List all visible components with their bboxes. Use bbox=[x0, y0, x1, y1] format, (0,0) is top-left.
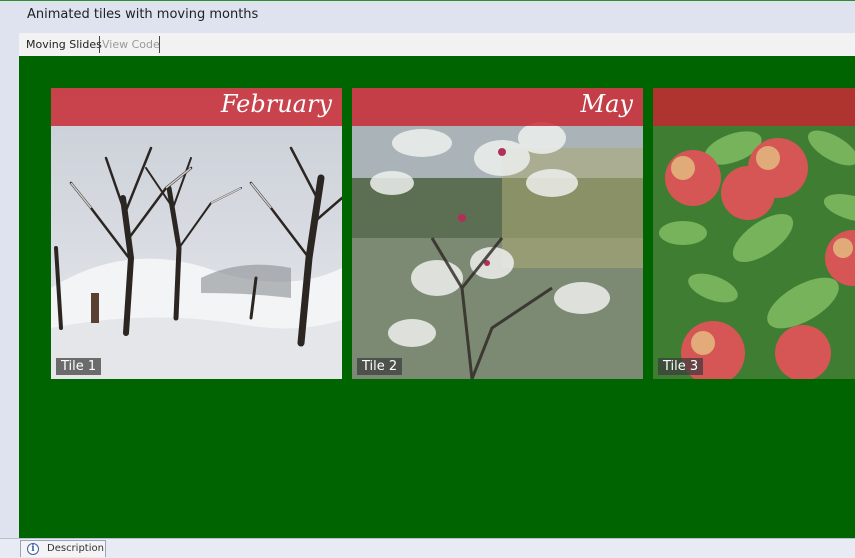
month-banner bbox=[653, 88, 855, 126]
month-name: May bbox=[580, 90, 633, 118]
tile-label: Tile 2 bbox=[357, 358, 403, 375]
tab-bar: Moving Slides View Code bbox=[19, 33, 855, 56]
tab-view-code[interactable]: View Code bbox=[100, 37, 162, 53]
tab-separator bbox=[159, 36, 160, 53]
tile-1[interactable]: February Tile 1 bbox=[51, 88, 342, 379]
description-label: Description bbox=[47, 543, 104, 554]
tile-label: Tile 1 bbox=[56, 358, 102, 375]
month-banner: February bbox=[51, 88, 342, 126]
apple-blossom-photo bbox=[352, 88, 643, 379]
info-icon: i bbox=[27, 543, 39, 555]
apples-photo bbox=[653, 88, 855, 379]
tile-3[interactable]: Tile 3 bbox=[653, 88, 855, 379]
description-button[interactable]: i Description bbox=[20, 540, 106, 557]
tiles-stage: February Tile 1 May Tile 2 Tile 3 bbox=[19, 56, 855, 538]
status-bar bbox=[0, 538, 855, 558]
month-name: February bbox=[220, 90, 332, 118]
tile-2[interactable]: May Tile 2 bbox=[352, 88, 643, 379]
tab-moving-slides[interactable]: Moving Slides bbox=[24, 37, 104, 53]
window-top-border bbox=[0, 0, 855, 1]
window-title: Animated tiles with moving months bbox=[27, 7, 259, 22]
month-banner: May bbox=[352, 88, 643, 126]
winter-trees-photo bbox=[51, 88, 342, 379]
tile-label: Tile 3 bbox=[658, 358, 704, 375]
